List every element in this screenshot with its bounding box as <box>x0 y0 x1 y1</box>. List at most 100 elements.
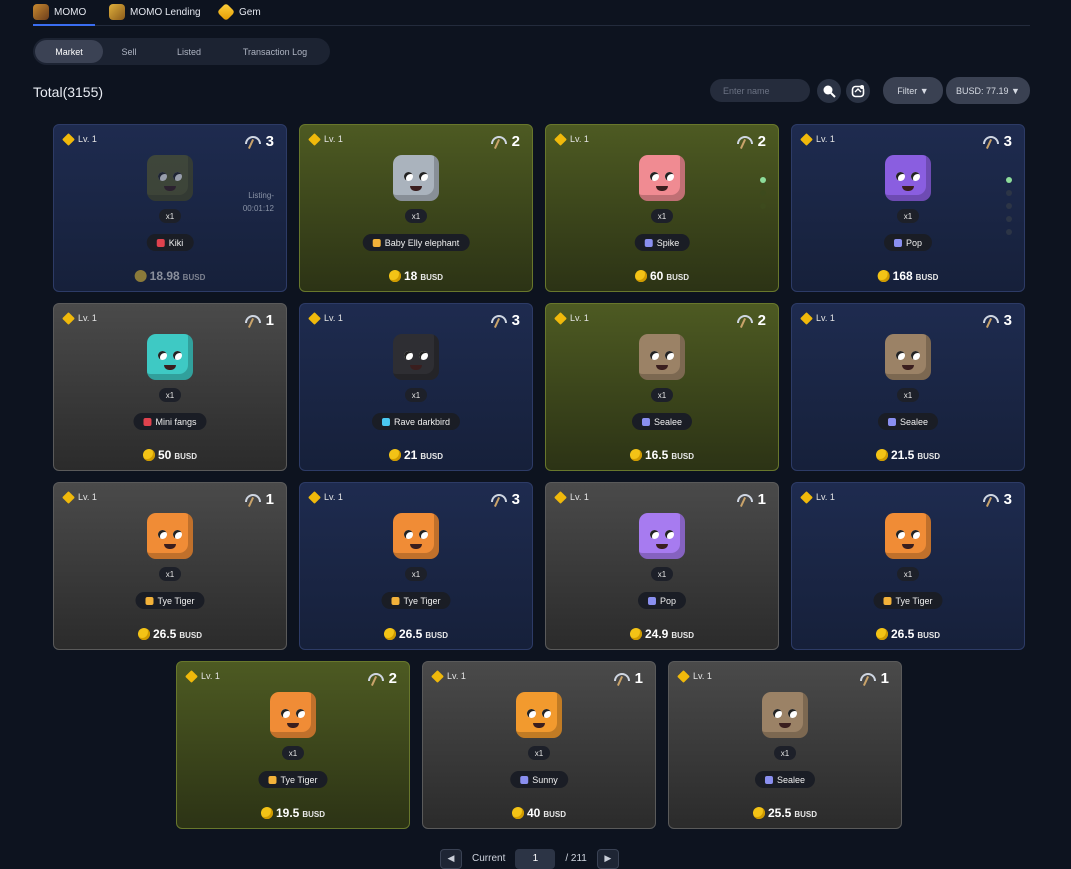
price-currency: BUSD <box>425 631 449 640</box>
level-text: Lv. 1 <box>816 313 835 323</box>
pet-name: Sealee <box>653 416 683 427</box>
lending-icon <box>109 4 125 20</box>
momo-pet-image <box>762 692 808 738</box>
level-label: Lv. 1 <box>800 490 835 504</box>
momo-card[interactable]: Lv. 1 3 x1 Pop 168 BUSD <box>791 124 1025 292</box>
arrow-right-icon: ▶ <box>604 853 612 863</box>
pet-type-icon <box>391 596 400 605</box>
search-input[interactable] <box>710 79 810 102</box>
price-currency: BUSD <box>915 273 939 282</box>
hashrate-value: 3 <box>265 133 274 150</box>
tab-listed[interactable]: Listed <box>159 40 219 63</box>
momo-card[interactable]: Lv. 1 3 x1 Tye Tiger 26.5 BUSD <box>299 482 533 650</box>
filter-button[interactable]: Filter ▼ <box>883 77 943 104</box>
tab-momo-label: MOMO <box>54 6 87 18</box>
hashrate: 1 <box>244 312 274 329</box>
carousel-dot[interactable] <box>760 203 766 209</box>
carousel-dots <box>760 177 766 216</box>
carousel-dot[interactable] <box>1006 216 1012 222</box>
pet-eye <box>158 172 167 181</box>
pagination: ◀ Current / 211 ▶ <box>440 848 619 869</box>
balance-dropdown[interactable]: BUSD: 77.19 ▼ <box>946 77 1030 104</box>
pet-type-icon <box>145 596 154 605</box>
quantity-badge: x1 <box>405 209 427 223</box>
momo-card[interactable]: Lv. 1 3 x1 Tye Tiger 26.5 BUSD <box>791 482 1025 650</box>
pet-name: Mini fangs <box>155 416 197 427</box>
pet-eye <box>404 530 413 539</box>
carousel-dot[interactable] <box>760 177 766 183</box>
pet-mouth <box>410 544 422 549</box>
busd-coin-icon <box>875 628 888 640</box>
refresh-button[interactable] <box>846 79 870 103</box>
level-text: Lv. 1 <box>570 492 589 502</box>
pet-type-icon <box>381 417 390 426</box>
level-label: Lv. 1 <box>554 311 589 325</box>
momo-card[interactable]: Lv. 1 2 x1 Spike 60 BUSD <box>545 124 779 292</box>
carousel-dot[interactable] <box>1006 229 1012 235</box>
price-currency: BUSD <box>302 810 326 819</box>
carousel-dot[interactable] <box>1006 190 1012 196</box>
hashrate: 3 <box>244 133 274 150</box>
page-input[interactable] <box>515 848 556 869</box>
pet-type-icon <box>641 417 650 426</box>
momo-pet-image <box>885 334 931 380</box>
price-currency: BUSD <box>420 273 444 282</box>
search-button[interactable] <box>817 79 841 103</box>
momo-card[interactable]: Lv. 1 1 x1 Tye Tiger 26.5 BUSD <box>53 482 287 650</box>
pickaxe-icon <box>736 314 753 328</box>
quantity-badge: x1 <box>897 567 919 581</box>
momo-card[interactable]: Lv. 1 3 Listing- 00:01:12 x1 Kiki 18.98 BUSD <box>53 124 287 292</box>
momo-pet-image <box>393 155 439 201</box>
pet-name: Pop <box>905 237 923 248</box>
hashrate-value: 3 <box>511 312 520 329</box>
quantity-badge: x1 <box>897 209 919 223</box>
pet-name: Kiki <box>168 237 184 248</box>
next-page-button[interactable]: ▶ <box>596 848 619 869</box>
pet-eye <box>158 530 167 539</box>
tab-transaction-log[interactable]: Transaction Log <box>229 40 321 63</box>
hashrate: 2 <box>736 133 766 150</box>
carousel-dot[interactable] <box>1006 203 1012 209</box>
momo-card[interactable]: Lv. 1 1 x1 Pop 24.9 BUSD <box>545 482 779 650</box>
pickaxe-icon <box>244 135 261 149</box>
pet-eye <box>911 530 920 539</box>
momo-card[interactable]: Lv. 1 1 x1 Mini fangs 50 BUSD <box>53 303 287 471</box>
momo-card[interactable]: Lv. 1 1 x1 Sealee 25.5 BUSD <box>668 661 902 829</box>
momo-card[interactable]: Lv. 1 3 x1 Rave darkbird 21 BUSD <box>299 303 533 471</box>
carousel-dot[interactable] <box>760 190 766 196</box>
tab-sell[interactable]: Sell <box>107 40 151 63</box>
prev-page-button[interactable]: ◀ <box>440 848 462 869</box>
momo-card[interactable]: Lv. 1 2 x1 Sealee 16.5 BUSD <box>545 303 779 471</box>
pet-name-tag: Pop <box>637 592 687 609</box>
pet-eye <box>896 351 905 360</box>
level-text: Lv. 1 <box>78 492 97 502</box>
pet-type-icon <box>647 596 656 605</box>
pet-name: Tye Tiger <box>280 774 318 785</box>
price-currency: BUSD <box>671 631 695 640</box>
tab-momo-lending[interactable]: MOMO Lending <box>109 0 201 24</box>
momo-pet-image <box>885 513 931 559</box>
momo-card[interactable]: Lv. 1 2 x1 Baby Elly elephant 18 BUSD <box>299 124 533 292</box>
total-count: Total(3155) <box>33 84 104 100</box>
price-value: 26.5 <box>152 627 177 641</box>
price: 26.5 BUSD <box>875 627 940 641</box>
price: 25.5 BUSD <box>752 806 817 820</box>
tab-momo[interactable]: MOMO <box>33 0 95 26</box>
pet-eye <box>896 530 905 539</box>
carousel-dot[interactable] <box>1006 177 1012 183</box>
pet-eye <box>665 351 674 360</box>
pet-name: Pop <box>659 595 677 606</box>
momo-card[interactable]: Lv. 1 3 x1 Sealee 21.5 BUSD <box>791 303 1025 471</box>
level-text: Lv. 1 <box>447 671 466 681</box>
pet-name-tag: Tye Tiger <box>873 592 943 609</box>
tab-market[interactable]: Market <box>35 40 103 63</box>
tab-gem[interactable]: Gem <box>216 0 261 24</box>
pet-eye <box>281 709 290 718</box>
busd-coin-icon <box>137 628 150 640</box>
pet-type-icon <box>883 596 892 605</box>
pet-eye <box>665 172 674 181</box>
hashrate-value: 3 <box>511 491 520 508</box>
momo-card[interactable]: Lv. 1 1 x1 Sunny 40 BUSD <box>422 661 656 829</box>
quantity-badge: x1 <box>774 746 796 760</box>
momo-card[interactable]: Lv. 1 2 x1 Tye Tiger 19.5 BUSD <box>176 661 410 829</box>
